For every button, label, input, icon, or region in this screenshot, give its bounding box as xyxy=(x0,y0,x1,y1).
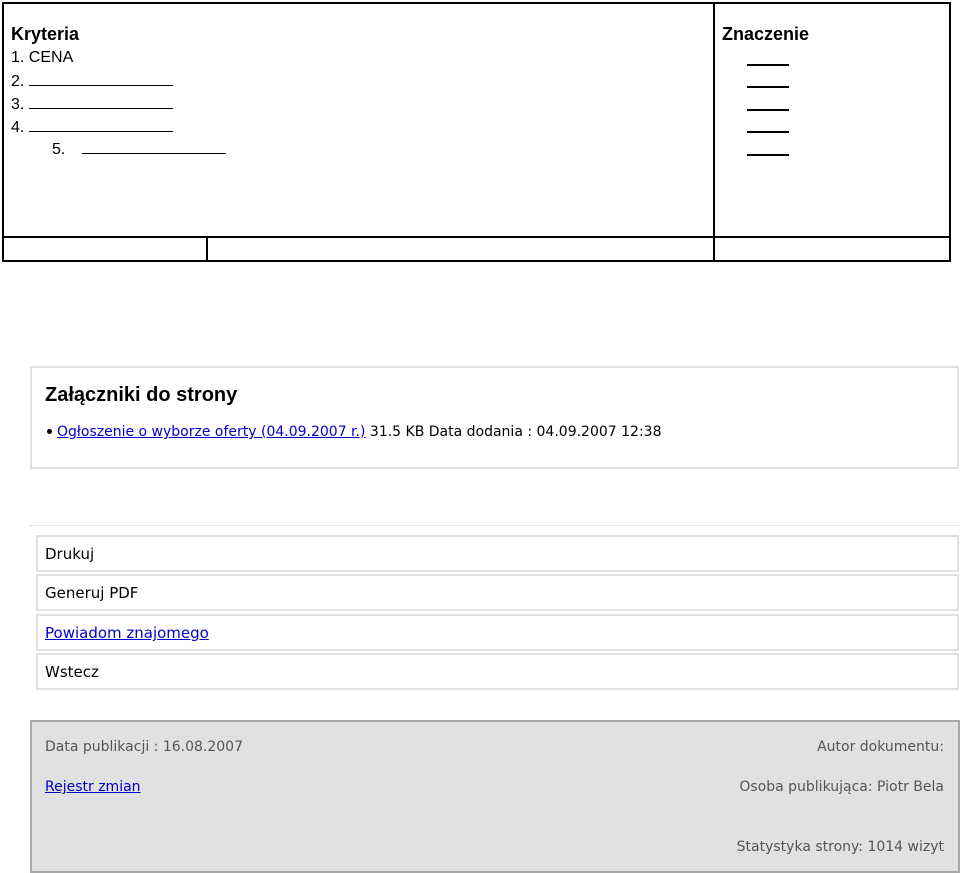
weight-blank xyxy=(747,86,789,88)
pdf-action[interactable]: Generuj PDF xyxy=(36,574,959,611)
cell-divider xyxy=(206,238,208,260)
criteria-item-1: 1. CENA xyxy=(11,49,74,66)
criteria-item-3: 3. xyxy=(11,94,173,115)
print-label[interactable]: Drukuj xyxy=(45,545,94,563)
changelog-link[interactable]: Rejestr zmian xyxy=(45,779,141,795)
weight-blank xyxy=(747,131,789,133)
pdf-label[interactable]: Generuj PDF xyxy=(45,584,138,602)
criteria-item-4: 4. xyxy=(11,117,173,138)
weight-blank xyxy=(747,109,789,111)
dotted-divider xyxy=(30,525,960,526)
weight-header: Znaczenie xyxy=(722,24,810,44)
criteria-header: Kryteria xyxy=(11,24,80,44)
criteria-item-2: 2. xyxy=(11,71,173,92)
blank-line xyxy=(28,117,173,132)
page-footer: Data publikacji : 16.08.2007 Rejestr zmi… xyxy=(30,720,960,873)
table-empty-row xyxy=(4,236,949,260)
publisher: Osoba publikująca: Piotr Bela xyxy=(739,779,944,795)
publication-date: Data publikacji : 16.08.2007 xyxy=(45,739,243,755)
attachment-meta: 31.5 KB Data dodania : 04.09.2007 12:38 xyxy=(369,424,662,440)
blank-line xyxy=(81,139,226,154)
notify-action[interactable]: Powiadom znajomego xyxy=(36,614,959,651)
back-label[interactable]: Wstecz xyxy=(45,663,99,681)
weight-blank xyxy=(747,64,789,66)
blank-line xyxy=(28,94,173,109)
blank-line xyxy=(28,71,173,86)
attachments-box: Załączniki do strony Ogłoszenie o wyborz… xyxy=(30,366,959,469)
attachments-title: Załączniki do strony xyxy=(45,384,238,406)
cell-divider xyxy=(713,238,715,260)
bullet-icon xyxy=(47,428,52,434)
weight-blank xyxy=(747,154,789,156)
print-action[interactable]: Drukuj xyxy=(36,535,959,572)
weight-column: Znaczenie xyxy=(715,4,949,236)
attachment-item: Ogłoszenie o wyborze oferty (04.09.2007 … xyxy=(45,424,661,440)
document-author: Autor dokumentu: xyxy=(817,739,944,755)
back-action[interactable]: Wstecz xyxy=(36,653,959,690)
criteria-column: Kryteria 1. CENA 2. 3. 4. 5. xyxy=(4,4,715,236)
criteria-table: Kryteria 1. CENA 2. 3. 4. 5. Znaczenie xyxy=(2,2,951,262)
page-stats: Statystyka strony: 1014 wizyt xyxy=(736,839,944,855)
notify-friend-link[interactable]: Powiadom znajomego xyxy=(45,624,209,642)
attachment-link[interactable]: Ogłoszenie o wyborze oferty (04.09.2007 … xyxy=(57,424,365,440)
criteria-item-5: 5. xyxy=(52,139,226,160)
